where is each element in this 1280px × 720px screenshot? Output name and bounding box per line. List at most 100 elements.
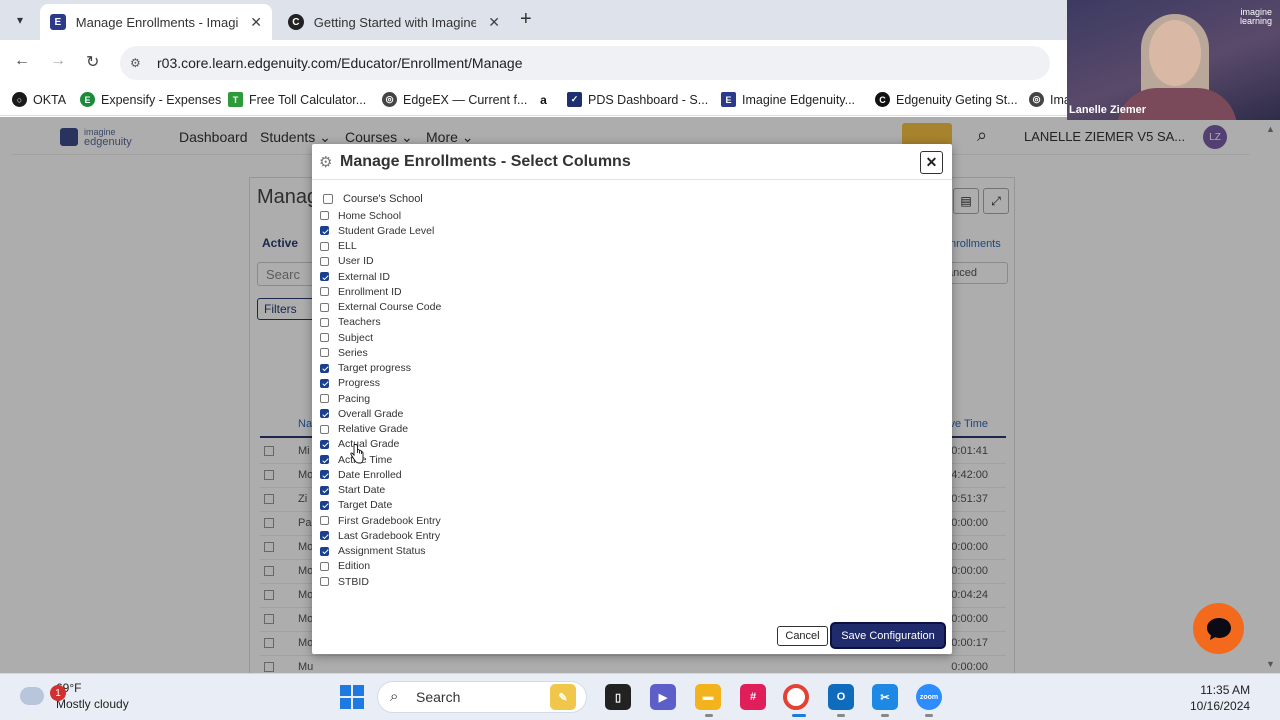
column-option-label: External ID <box>338 270 390 283</box>
file-icon[interactable]: ▯ <box>605 684 631 710</box>
column-checkbox[interactable] <box>320 211 329 221</box>
bookmark-label: Free Toll Calculator... <box>249 92 367 107</box>
close-icon[interactable]: ✕ <box>920 151 943 174</box>
site-settings-icon[interactable]: ⚙ <box>130 56 141 70</box>
chrome-icon[interactable] <box>783 684 809 710</box>
bookmark-okta[interactable]: ○ OKTA <box>12 92 66 107</box>
tab-search-chevron-icon[interactable]: ▾ <box>8 8 32 32</box>
back-arrow-icon[interactable]: ← <box>14 52 30 70</box>
expensify-icon: E <box>80 92 95 107</box>
column-checkbox[interactable] <box>320 378 329 388</box>
bookmark-toll-calculator[interactable]: T Free Toll Calculator... <box>228 92 366 107</box>
gear-icon: ⚙ <box>319 154 333 171</box>
tab-getting-started[interactable]: C Getting Started with Imagine Edgenuity… <box>278 4 510 40</box>
column-option[interactable]: External Course Code <box>320 300 620 315</box>
column-checkbox[interactable] <box>320 287 329 297</box>
column-option[interactable]: Assignment Status <box>320 544 620 559</box>
search-icon: ⌕ <box>390 688 399 705</box>
save-configuration-button[interactable]: Save Configuration <box>832 624 944 647</box>
column-option[interactable]: Pacing <box>320 391 620 406</box>
weather-widget[interactable]: 1 69°F Mostly cloudy <box>20 680 129 712</box>
column-option[interactable]: Last Gradebook Entry <box>320 528 620 543</box>
copilot-icon[interactable]: ✎ <box>550 684 576 710</box>
column-option[interactable]: Enrollment ID <box>320 284 620 299</box>
bookmark-edgenuity-getting-started[interactable]: C Edgenuity Geting St... <box>875 92 1018 107</box>
file-explorer-icon[interactable]: ▬ <box>695 684 721 710</box>
forward-arrow-icon[interactable]: → <box>50 52 66 70</box>
cancel-button[interactable]: Cancel <box>777 626 828 646</box>
column-option-label: Teachers <box>338 316 381 329</box>
column-checkbox[interactable] <box>320 531 329 541</box>
tab-manage-enrollments[interactable]: E Manage Enrollments - Imagine Edgenuity… <box>40 4 272 40</box>
column-checkbox[interactable] <box>320 439 329 449</box>
column-option[interactable]: First Gradebook Entry <box>320 513 620 528</box>
column-option[interactable]: Relative Grade <box>320 422 620 437</box>
close-tab-icon[interactable]: ✕ <box>250 14 262 31</box>
windows-start-icon[interactable] <box>340 685 364 709</box>
column-checkbox[interactable] <box>320 409 329 419</box>
outlook-icon[interactable]: O <box>828 684 854 710</box>
bookmark-pds-dashboard[interactable]: ✓ PDS Dashboard - S... <box>567 92 708 107</box>
search-label: Search <box>416 689 461 705</box>
column-checkbox[interactable] <box>320 455 329 465</box>
column-option[interactable]: Overall Grade <box>320 406 620 421</box>
column-option[interactable]: ELL <box>320 239 620 254</box>
column-checkbox[interactable] <box>320 256 329 266</box>
column-option[interactable]: Target progress <box>320 361 620 376</box>
bookmark-imagine[interactable]: ◎ Ima <box>1029 92 1071 107</box>
reload-icon[interactable]: ↻ <box>86 52 99 72</box>
column-checkbox[interactable] <box>320 302 329 312</box>
slack-icon[interactable]: # <box>740 684 766 710</box>
running-indicator <box>881 714 889 717</box>
column-option[interactable]: STBID <box>320 574 620 589</box>
column-option[interactable]: Target Date <box>320 498 620 513</box>
column-checkbox[interactable] <box>320 577 329 587</box>
column-checkbox[interactable] <box>320 516 329 526</box>
snipping-tool-icon[interactable]: ✂ <box>872 684 898 710</box>
column-checkbox[interactable] <box>320 424 329 434</box>
column-option[interactable]: Series <box>320 345 620 360</box>
scroll-down-arrow-icon[interactable]: ▼ <box>1266 659 1275 669</box>
address-bar[interactable]: r03.core.learn.edgenuity.com/Educator/En… <box>120 46 1050 80</box>
column-option[interactable]: Subject <box>320 330 620 345</box>
column-checkbox[interactable] <box>320 394 329 404</box>
column-option[interactable]: Start Date <box>320 483 620 498</box>
column-option[interactable]: User ID <box>320 254 620 269</box>
column-checkbox[interactable] <box>320 333 329 343</box>
column-checkbox[interactable] <box>320 272 329 282</box>
system-clock[interactable]: 11:35 AM 10/16/2024 <box>1190 682 1250 714</box>
column-checkbox[interactable] <box>320 317 329 327</box>
column-checkbox[interactable] <box>320 485 329 495</box>
column-option[interactable]: Edition <box>320 559 620 574</box>
scroll-up-arrow-icon[interactable]: ▲ <box>1266 124 1275 134</box>
column-checkbox[interactable] <box>320 546 329 556</box>
column-checkbox[interactable] <box>320 470 329 480</box>
column-checkbox[interactable] <box>320 500 329 510</box>
close-tab-icon[interactable]: ✕ <box>488 14 500 31</box>
bookmark-edgeex[interactable]: ◎ EdgeEX — Current f... <box>382 92 527 107</box>
column-checkbox[interactable] <box>320 226 329 236</box>
column-option[interactable]: Course's School <box>323 190 620 208</box>
bookmark-imagine-edgenuity[interactable]: E Imagine Edgenuity... <box>721 92 855 107</box>
column-checkbox[interactable] <box>323 194 333 204</box>
column-option[interactable]: External ID <box>320 269 620 284</box>
column-option[interactable]: Student Grade Level <box>320 223 620 238</box>
column-option[interactable]: Progress <box>320 376 620 391</box>
bookmark-expensify[interactable]: E Expensify - Expenses <box>80 92 221 107</box>
column-checkbox[interactable] <box>320 561 329 571</box>
column-checkbox[interactable] <box>320 363 329 373</box>
column-option[interactable]: Active Time <box>320 452 620 467</box>
zoom-icon[interactable]: zoom <box>916 684 942 710</box>
bookmark-amazon[interactable]: a <box>536 92 557 107</box>
bookmark-label: Imagine Edgenuity... <box>742 92 856 107</box>
new-tab-plus-icon[interactable]: + <box>520 8 532 31</box>
column-checkbox[interactable] <box>320 348 329 358</box>
column-checkbox[interactable] <box>320 241 329 251</box>
teams-icon[interactable]: ▶ <box>650 684 676 710</box>
column-option[interactable]: Home School <box>320 208 620 223</box>
column-option[interactable]: Date Enrolled <box>320 467 620 482</box>
column-option[interactable]: Teachers <box>320 315 620 330</box>
column-option[interactable]: Actual Grade <box>320 437 620 452</box>
chat-button[interactable] <box>1193 603 1244 654</box>
imagine-learning-logo: imagine learning <box>1240 8 1272 26</box>
